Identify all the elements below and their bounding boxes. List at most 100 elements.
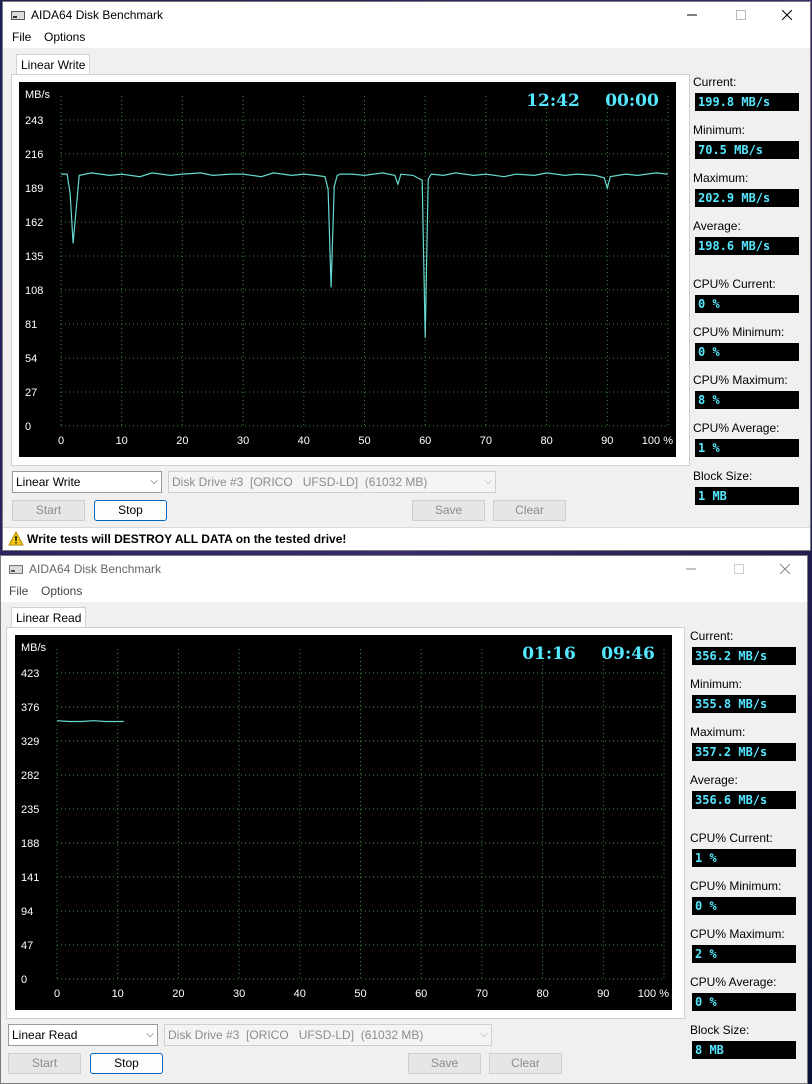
stat-value: 1 % xyxy=(692,849,796,867)
stat-label: CPU% Maximum: xyxy=(690,927,785,941)
window-title: AIDA64 Disk Benchmark xyxy=(31,8,164,22)
chevron-down-icon: ⌵ xyxy=(146,1029,154,1040)
throughput-line xyxy=(61,172,669,338)
maximize-button[interactable] xyxy=(717,556,761,582)
x-tick-label: 100 % xyxy=(642,435,673,447)
y-tick-label: 27 xyxy=(25,387,37,399)
chevron-down-icon: ⌵ xyxy=(480,1029,488,1040)
y-tick-label: 108 xyxy=(25,285,43,297)
drive-select[interactable]: Disk Drive #3 [ORICO UFSD-LD] (61032 MB)… xyxy=(164,1024,492,1046)
stat-value: 1 % xyxy=(695,439,799,457)
drive-select[interactable]: Disk Drive #3 [ORICO UFSD-LD] (61032 MB)… xyxy=(168,471,496,493)
warning-bar: Write tests will DESTROY ALL DATA on the… xyxy=(3,527,810,550)
stat-label: CPU% Current: xyxy=(690,831,773,845)
menu-options[interactable]: Options xyxy=(41,584,82,598)
benchmark-chart: MB/s 243 216 189 162 135 108 81 54 27 0 0 10 20 30 40 50… xyxy=(19,82,676,457)
stat-value: 355.8 MB/s xyxy=(692,695,796,713)
menu-bar: File Options xyxy=(3,28,810,48)
close-button[interactable] xyxy=(763,556,807,582)
close-button[interactable] xyxy=(765,2,809,28)
x-tick-label: 60 xyxy=(419,435,431,447)
benchmark-chart: MB/s 423 376 329 282 235 188 141 94 47 0 0 10 20 30 40 5… xyxy=(15,635,672,1010)
stat-value: 8 % xyxy=(695,391,799,409)
title-bar[interactable]: AIDA64 Disk Benchmark xyxy=(3,2,810,28)
stat-label: CPU% Average: xyxy=(693,421,780,435)
x-tick-label: 80 xyxy=(536,988,548,1000)
stop-button[interactable]: Stop xyxy=(90,1053,163,1074)
x-tick-label: 80 xyxy=(540,435,552,447)
y-tick-label: 423 xyxy=(21,668,39,680)
stat-label: Current: xyxy=(693,75,737,89)
stat-label: CPU% Average: xyxy=(690,975,777,989)
test-type-select[interactable]: Linear Read ⌵ xyxy=(8,1024,158,1046)
x-tick-label: 0 xyxy=(54,988,60,1000)
chevron-down-icon: ⌵ xyxy=(150,476,158,487)
minimize-button[interactable] xyxy=(669,556,713,582)
stat-value: 0 % xyxy=(695,295,799,313)
stat-value: 356.6 MB/s xyxy=(692,791,796,809)
menu-file[interactable]: File xyxy=(12,30,31,44)
y-tick-label: 376 xyxy=(21,702,39,714)
test-type-select[interactable]: Linear Write ⌵ xyxy=(12,471,162,493)
benchmark-window-read: AIDA64 Disk Benchmark File Options Linea… xyxy=(0,555,808,1084)
y-tick-label: 188 xyxy=(21,838,39,850)
y-tick-label: 0 xyxy=(21,974,27,986)
y-tick-label: 243 xyxy=(25,115,43,127)
y-tick-label: 162 xyxy=(25,217,43,229)
chevron-down-icon: ⌵ xyxy=(484,476,492,487)
save-button[interactable]: Save xyxy=(408,1053,481,1074)
stat-label: Block Size: xyxy=(690,1023,750,1037)
x-tick-label: 50 xyxy=(354,988,366,1000)
y-tick-label: 189 xyxy=(25,183,43,195)
x-tick-label: 40 xyxy=(298,435,310,447)
stat-value: 199.8 MB/s xyxy=(695,93,799,111)
close-icon xyxy=(780,564,790,574)
minimize-button[interactable] xyxy=(670,2,714,28)
chart-grid xyxy=(56,649,665,980)
elapsed-time: 01:16 xyxy=(522,644,576,664)
stat-label: Average: xyxy=(693,219,741,233)
stat-value: 0 % xyxy=(692,993,796,1011)
x-tick-label: 0 xyxy=(58,435,64,447)
chart-grid xyxy=(60,96,669,427)
benchmark-window-write: AIDA64 Disk Benchmark File Options Linea… xyxy=(2,1,811,551)
x-tick-label: 10 xyxy=(116,435,128,447)
stat-value: 8 MB xyxy=(692,1041,796,1059)
disk-app-icon xyxy=(9,565,23,574)
throughput-line xyxy=(56,720,124,723)
stat-label: CPU% Minimum: xyxy=(693,325,785,339)
stop-button[interactable]: Stop xyxy=(94,500,167,521)
title-bar[interactable]: AIDA64 Disk Benchmark xyxy=(1,556,807,582)
stat-value: 70.5 MB/s xyxy=(695,141,799,159)
stat-label: Block Size: xyxy=(693,469,753,483)
window-title: AIDA64 Disk Benchmark xyxy=(29,562,162,576)
x-tick-label: 30 xyxy=(237,435,249,447)
maximize-button[interactable] xyxy=(719,2,763,28)
tab-linear-write[interactable]: Linear Write xyxy=(16,54,91,75)
stat-label: Maximum: xyxy=(693,171,749,185)
save-button[interactable]: Save xyxy=(412,500,485,521)
maximize-icon xyxy=(734,564,744,574)
maximize-icon xyxy=(736,10,746,20)
tab-linear-read[interactable]: Linear Read xyxy=(11,607,87,628)
menu-file[interactable]: File xyxy=(9,584,28,598)
x-tick-label: 60 xyxy=(415,988,427,1000)
x-tick-label: 70 xyxy=(480,435,492,447)
start-button[interactable]: Start xyxy=(12,500,85,521)
start-button[interactable]: Start xyxy=(8,1053,81,1074)
clear-button[interactable]: Clear xyxy=(493,500,566,521)
x-tick-label: 30 xyxy=(233,988,245,1000)
y-tick-label: 329 xyxy=(21,736,39,748)
y-tick-label: 216 xyxy=(25,149,43,161)
y-tick-label: 135 xyxy=(25,251,43,263)
x-tick-label: 40 xyxy=(294,988,306,1000)
minimize-icon xyxy=(687,14,697,16)
disk-app-icon xyxy=(11,11,25,20)
x-tick-label: 20 xyxy=(172,988,184,1000)
minimize-icon xyxy=(686,568,696,570)
clear-button[interactable]: Clear xyxy=(489,1053,562,1074)
y-tick-label: 47 xyxy=(21,940,33,952)
stat-value: 2 % xyxy=(692,945,796,963)
x-tick-label: 10 xyxy=(112,988,124,1000)
menu-options[interactable]: Options xyxy=(44,30,85,44)
